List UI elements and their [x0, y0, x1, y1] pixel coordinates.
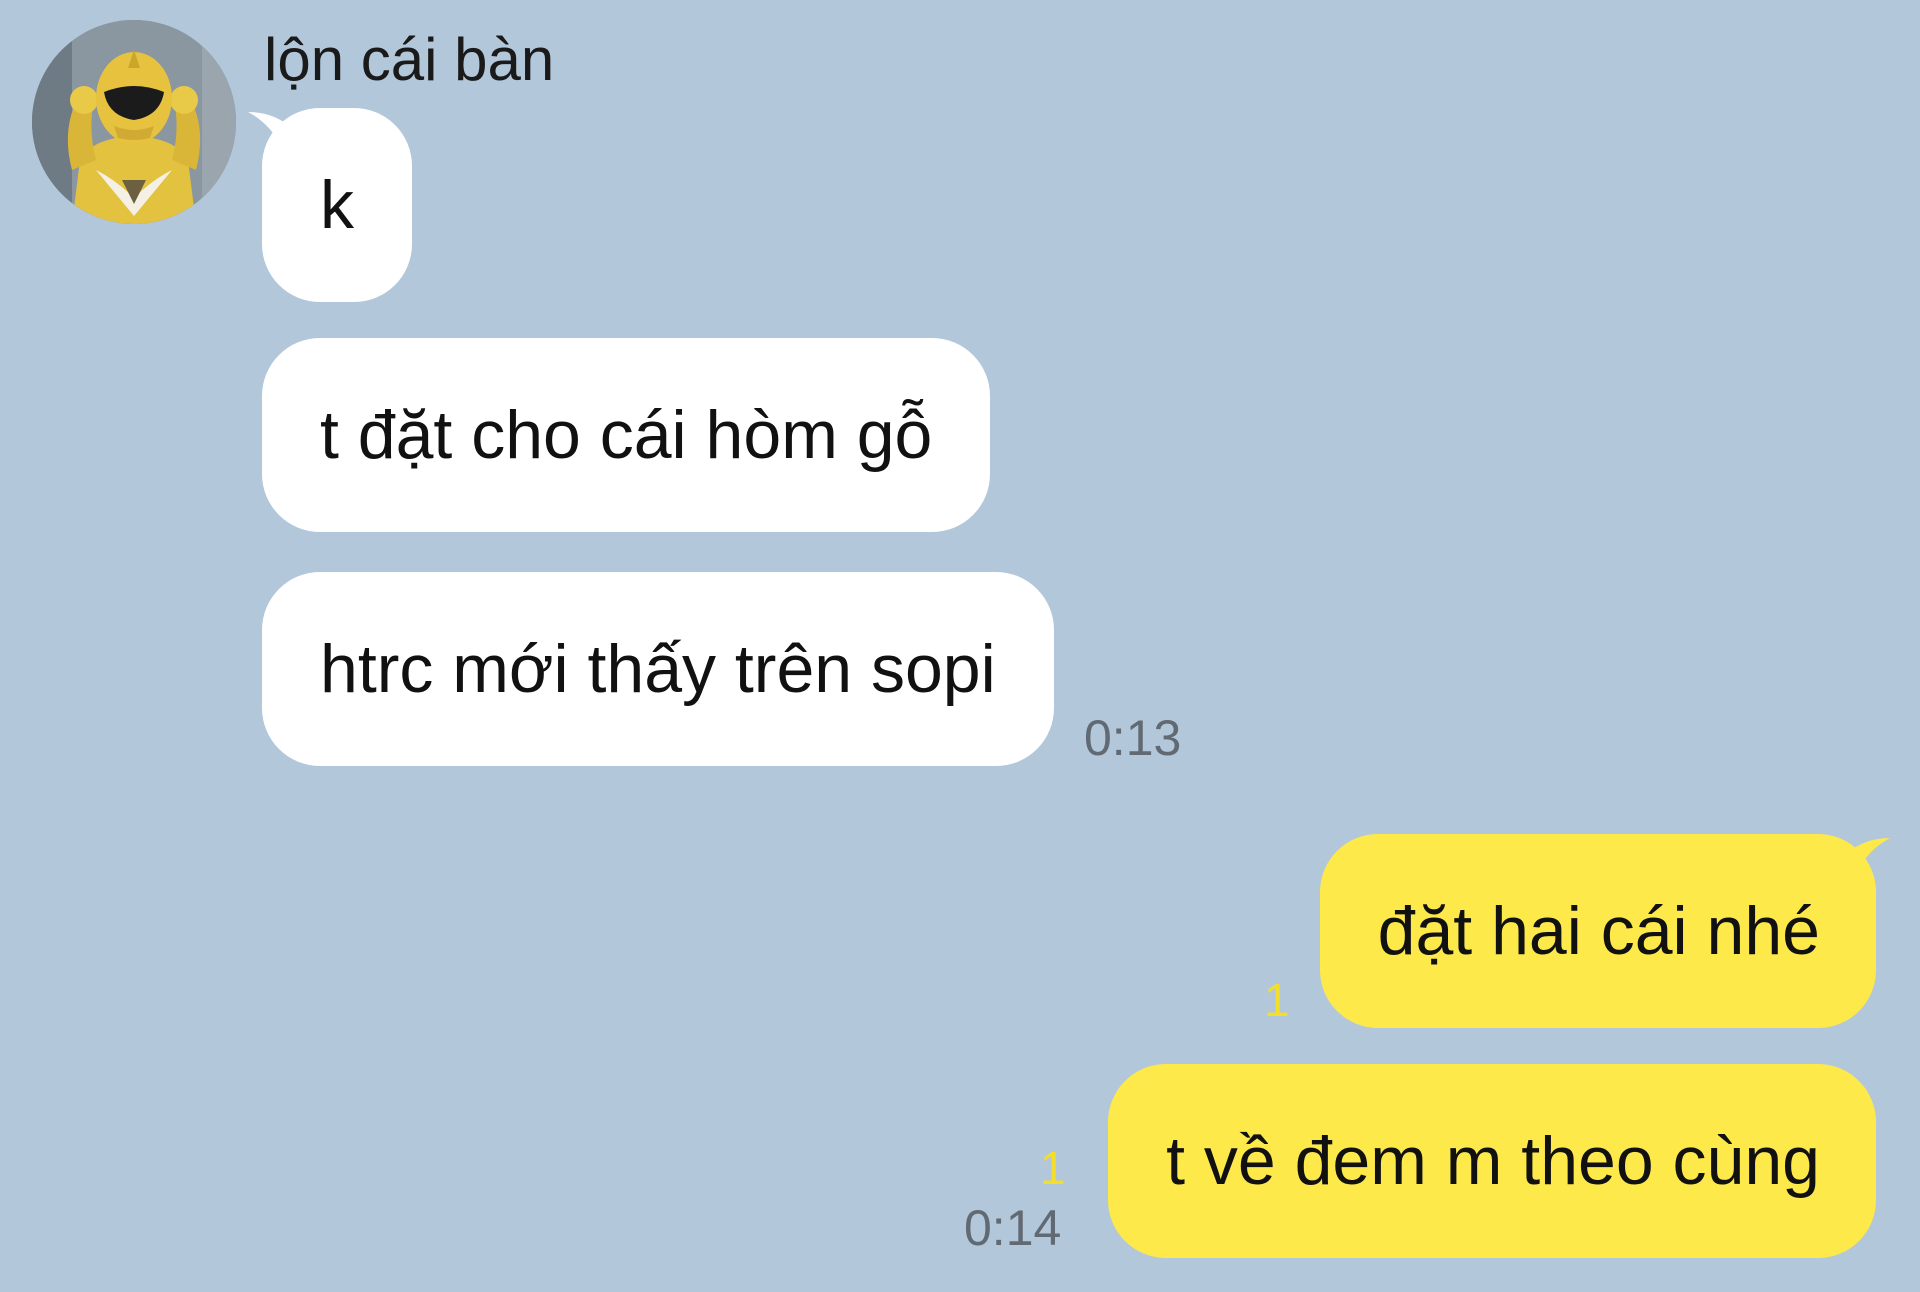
message-text: t về đem m theo cùng: [1166, 1123, 1820, 1199]
incoming-message[interactable]: htrc mới thấy trên sopi: [262, 572, 1054, 766]
message-timestamp: 0:14: [964, 1200, 1062, 1256]
message-text: t đặt cho cái hòm gỗ: [320, 397, 933, 473]
message-text: htrc mới thấy trên sopi: [320, 631, 996, 707]
message-timestamp: 0:13: [1084, 710, 1182, 766]
unread-count: 1: [1264, 974, 1290, 1026]
sender-avatar[interactable]: [32, 20, 236, 224]
message-text: k: [320, 167, 354, 243]
outgoing-message[interactable]: t về đem m theo cùng: [1108, 1064, 1876, 1258]
yellow-ranger-avatar-icon: [32, 20, 236, 224]
bubble-tail-icon: [248, 112, 308, 164]
message-text: đặt hai cái nhé: [1377, 893, 1820, 969]
sender-name: lộn cái bàn: [264, 26, 555, 93]
outgoing-message[interactable]: đặt hai cái nhé: [1319, 834, 1890, 1028]
bubble-tail-icon: [1830, 838, 1890, 890]
chat-view: lộn cái bàn k t đặt cho cái hòm gỗ htrc …: [0, 0, 1920, 1292]
incoming-message[interactable]: k: [248, 108, 412, 302]
incoming-message[interactable]: t đặt cho cái hòm gỗ: [262, 338, 991, 532]
unread-count: 1: [1040, 1142, 1066, 1194]
